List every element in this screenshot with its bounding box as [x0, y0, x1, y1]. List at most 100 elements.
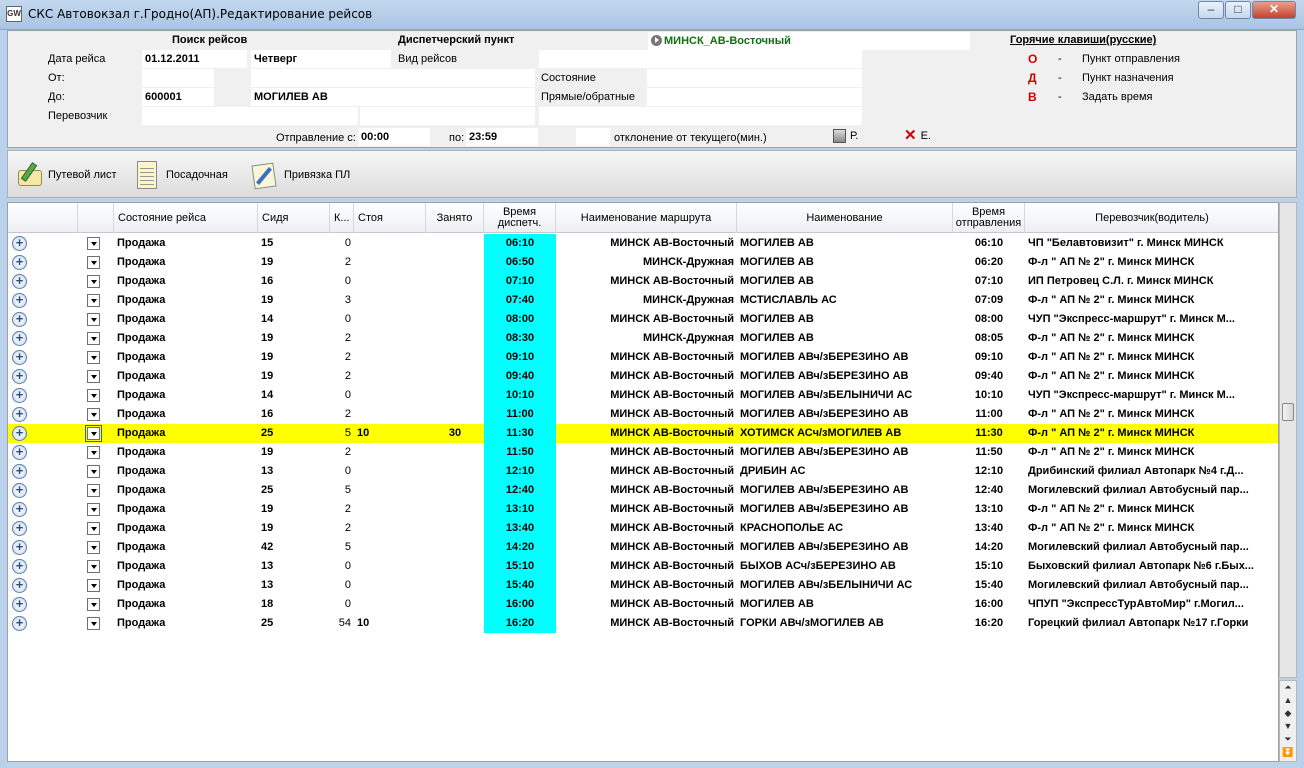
plus-circle-icon[interactable]: + — [12, 559, 27, 574]
plus-circle-icon[interactable]: + — [12, 502, 27, 517]
table-row[interactable]: + Продажа 19 2 13:10 МИНСК АВ-Восточный МОГИЛЕ… — [8, 500, 1278, 519]
scrollbar-thumb[interactable] — [1282, 403, 1294, 421]
col-disp-time-header[interactable]: Время диспетч. — [484, 203, 556, 233]
dropdown-arrow-icon[interactable] — [85, 425, 102, 442]
dropdown-arrow-icon[interactable] — [87, 313, 100, 326]
from-code-field[interactable] — [142, 69, 214, 87]
table-row[interactable]: + Продажа 19 2 06:50 МИНСК-Дружная МОГИЛЕВ АВ 0… — [8, 253, 1278, 272]
table-row[interactable]: + Продажа 18 0 16:00 МИНСК АВ-Восточный МОГИЛЕ… — [8, 595, 1278, 614]
direction-field[interactable] — [647, 88, 862, 106]
close-button[interactable]: ✕ — [1252, 1, 1296, 19]
plus-circle-icon[interactable]: + — [12, 483, 27, 498]
minimize-button[interactable]: – — [1198, 1, 1224, 19]
dropdown-arrow-icon[interactable] — [87, 389, 100, 402]
next-record-icon[interactable]: ▼ — [1280, 720, 1296, 733]
col-taken-header[interactable]: Занято — [426, 203, 484, 233]
table-row[interactable]: + Продажа 16 0 07:10 МИНСК АВ-Восточный МОГИЛЕ… — [8, 272, 1278, 291]
plus-circle-icon[interactable]: + — [12, 540, 27, 555]
plus-circle-icon[interactable]: + — [12, 388, 27, 403]
dropdown-arrow-icon[interactable] — [87, 484, 100, 497]
plus-circle-icon[interactable]: + — [12, 464, 27, 479]
dropdown-arrow-icon[interactable] — [87, 560, 100, 573]
dropdown-arrow-icon[interactable] — [87, 294, 100, 307]
col-stand-header[interactable]: Стоя — [354, 203, 426, 233]
dropdown-arrow-icon[interactable] — [87, 465, 100, 478]
trip-type-field[interactable] — [539, 50, 862, 68]
waybill-button[interactable]: Путевой лист — [14, 159, 117, 191]
table-row[interactable]: + Продажа 25 5 12:40 МИНСК АВ-Восточный МОГИЛЕ… — [8, 481, 1278, 500]
vertical-scrollbar[interactable] — [1279, 202, 1297, 678]
carrier-extra-field[interactable] — [539, 107, 862, 125]
table-row[interactable]: + Продажа 19 2 09:10 МИНСК АВ-Восточный МОГИЛЕ… — [8, 348, 1278, 367]
maximize-button[interactable]: □ — [1225, 1, 1251, 19]
print-button[interactable]: Р. — [833, 129, 858, 143]
table-row[interactable]: + Продажа 13 0 15:10 МИНСК АВ-Восточный БЫХОВ … — [8, 557, 1278, 576]
col-menu-header[interactable] — [78, 203, 114, 233]
table-row[interactable]: + Продажа 14 0 10:10 МИНСК АВ-Восточный МОГИЛЕ… — [8, 386, 1278, 405]
dropdown-arrow-icon[interactable] — [87, 541, 100, 554]
next-page-icon[interactable]: ⏷ — [1280, 733, 1296, 746]
col-k-header[interactable]: К... — [330, 203, 354, 233]
date-field[interactable]: 01.12.2011 — [142, 50, 247, 68]
prev-record-icon[interactable]: ◆ — [1280, 707, 1296, 720]
plus-circle-icon[interactable]: + — [12, 274, 27, 289]
col-dep-time-header[interactable]: Время отправления — [953, 203, 1025, 233]
last-record-icon[interactable]: ⏬ — [1280, 746, 1296, 759]
plus-circle-icon[interactable]: + — [12, 293, 27, 308]
from-name-field[interactable] — [251, 69, 535, 87]
col-seats-header[interactable]: Сидя — [258, 203, 330, 233]
binding-button[interactable]: Привязка ПЛ — [250, 159, 350, 191]
dropdown-arrow-icon[interactable] — [87, 351, 100, 364]
dropdown-arrow-icon[interactable] — [87, 237, 100, 250]
plus-circle-icon[interactable]: + — [12, 426, 27, 441]
plus-circle-icon[interactable]: + — [12, 616, 27, 631]
table-row[interactable]: + Продажа 25 54 10 16:20 МИНСК АВ-Восточный ГОР… — [8, 614, 1278, 633]
to-code-field[interactable]: 600001 — [142, 88, 214, 106]
deviation-field[interactable] — [576, 128, 610, 146]
dropdown-arrow-icon[interactable] — [87, 256, 100, 269]
dropdown-arrow-icon[interactable] — [87, 579, 100, 592]
plus-circle-icon[interactable]: + — [12, 407, 27, 422]
col-name-header[interactable]: Наименование — [737, 203, 953, 233]
dropdown-arrow-icon[interactable] — [87, 503, 100, 516]
table-row[interactable]: + Продажа 19 2 08:30 МИНСК-Дружная МОГИЛЕВ АВ 0… — [8, 329, 1278, 348]
dep-from-field[interactable]: 00:00 — [358, 128, 430, 146]
plus-circle-icon[interactable]: + — [12, 521, 27, 536]
table-row[interactable]: + Продажа 13 0 12:10 МИНСК АВ-Восточный ДРИБИН… — [8, 462, 1278, 481]
table-row[interactable]: + Продажа 16 2 11:00 МИНСК АВ-Восточный МОГИЛЕ… — [8, 405, 1278, 424]
first-record-icon[interactable]: ⏶ — [1280, 681, 1296, 694]
carrier-code-field[interactable] — [142, 107, 358, 125]
table-row[interactable]: + Продажа 14 0 08:00 МИНСК АВ-Восточный МОГИЛЕ… — [8, 310, 1278, 329]
col-route-header[interactable]: Наименование маршрута — [556, 203, 737, 233]
dropdown-arrow-icon[interactable] — [87, 598, 100, 611]
prev-page-icon[interactable]: ▲ — [1280, 694, 1296, 707]
dropdown-arrow-icon[interactable] — [87, 408, 100, 421]
boarding-button[interactable]: Посадочная — [132, 159, 228, 191]
plus-circle-icon[interactable]: + — [12, 312, 27, 327]
dispatch-point-field[interactable]: МИНСК_АВ-Восточный — [648, 32, 970, 50]
table-row[interactable]: + Продажа 19 2 13:40 МИНСК АВ-Восточный КРАСНО… — [8, 519, 1278, 538]
dropdown-arrow-icon[interactable] — [87, 332, 100, 345]
carrier-name-field[interactable] — [360, 107, 535, 125]
table-row[interactable]: + Продажа 42 5 14:20 МИНСК АВ-Восточный МОГИЛЕ… — [8, 538, 1278, 557]
plus-circle-icon[interactable]: + — [12, 445, 27, 460]
col-expand-header[interactable] — [8, 203, 78, 233]
plus-circle-icon[interactable]: + — [12, 350, 27, 365]
dropdown-arrow-icon[interactable] — [87, 617, 100, 630]
table-row[interactable]: + Продажа 15 0 06:10 МИНСК АВ-Восточный МОГИЛЕ… — [8, 234, 1278, 253]
dropdown-arrow-icon[interactable] — [87, 275, 100, 288]
dropdown-arrow-icon[interactable] — [87, 370, 100, 383]
dep-to-field[interactable]: 23:59 — [466, 128, 538, 146]
clear-button[interactable]: ✕ Е. — [904, 128, 931, 143]
plus-circle-icon[interactable]: + — [12, 236, 27, 251]
table-row[interactable]: + Продажа 19 2 09:40 МИНСК АВ-Восточный МОГИЛЕ… — [8, 367, 1278, 386]
col-state-header[interactable]: Состояние рейса — [114, 203, 258, 233]
plus-circle-icon[interactable]: + — [12, 578, 27, 593]
table-row[interactable]: + Продажа 13 0 15:40 МИНСК АВ-Восточный МОГИЛЕ… — [8, 576, 1278, 595]
col-carrier-header[interactable]: Перевозчик(водитель) — [1025, 203, 1278, 233]
table-row[interactable]: + Продажа 19 3 07:40 МИНСК-Дружная МСТИСЛАВЛЬ … — [8, 291, 1278, 310]
plus-circle-icon[interactable]: + — [12, 255, 27, 270]
table-row-selected[interactable]: + Продажа 25 5 10 30 11:30 МИНСК АВ-Восточный ХО… — [8, 424, 1278, 443]
table-row[interactable]: + Продажа 19 2 11:50 МИНСК АВ-Восточный МОГИЛЕ… — [8, 443, 1278, 462]
plus-circle-icon[interactable]: + — [12, 331, 27, 346]
